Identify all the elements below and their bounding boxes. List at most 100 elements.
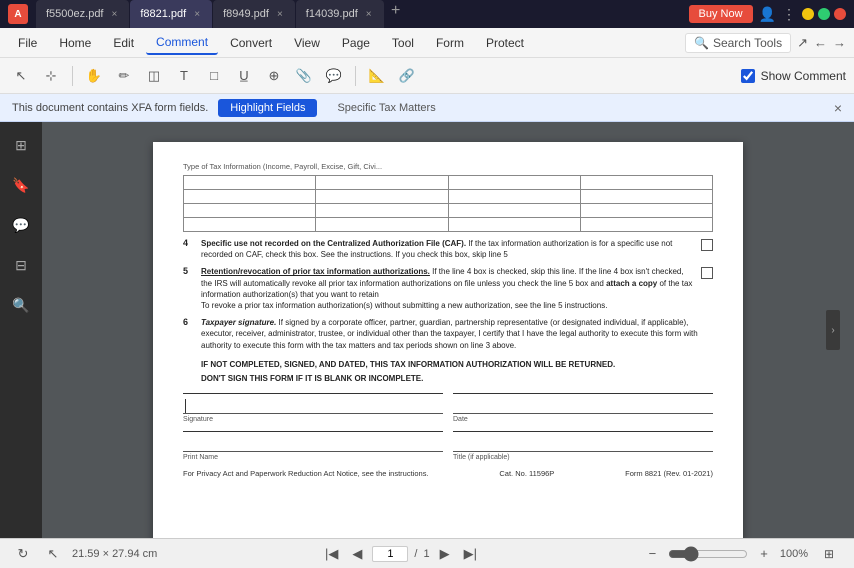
zoom-out-button[interactable]: −	[645, 544, 661, 563]
sig-signature-label: Signature	[183, 413, 443, 423]
toolbar-link-btn[interactable]: 🔗	[394, 63, 420, 89]
status-bar: ↻ ↖ 21.59 × 27.94 cm |◀ ◀ / 1 ▶ ▶| − + 1…	[0, 538, 854, 568]
sig-print-name-label: Print Name	[183, 451, 443, 461]
pdf-section-4-title: Specific use not recorded on the Central…	[201, 239, 466, 248]
signature-area: Signature Date Print Name Title (if appl…	[183, 393, 713, 461]
toolbar-cursor-btn[interactable]: ↖	[8, 63, 34, 89]
toolbar-separator-1	[72, 66, 73, 86]
tab-label: f5500ez.pdf	[46, 8, 104, 20]
toolbar-comment-btn[interactable]: 💬	[321, 63, 347, 89]
first-page-button[interactable]: |◀	[321, 544, 342, 564]
toolbar-highlight-btn[interactable]: ◫	[141, 63, 167, 89]
pdf-section-4-num: 4	[183, 238, 195, 248]
sidebar-bookmark-icon[interactable]: 🔖	[8, 172, 34, 198]
tab-close-icon[interactable]: ×	[192, 8, 202, 21]
tab-f5500ez[interactable]: f5500ez.pdf ×	[36, 0, 129, 28]
tab-f14039[interactable]: f14039.pdf ×	[296, 0, 384, 28]
minimize-button[interactable]	[802, 8, 814, 20]
buy-now-button[interactable]: Buy Now	[689, 5, 753, 23]
toolbar-measure-btn[interactable]: 📐	[364, 63, 390, 89]
sidebar-pages-icon[interactable]: ⊞	[8, 132, 34, 158]
fit-page-button[interactable]: ⊞	[816, 541, 842, 567]
tab-label: f8821.pdf	[140, 8, 186, 20]
status-rotate-btn[interactable]: ↻	[12, 543, 34, 565]
sidebar-search-icon[interactable]: 🔍	[8, 292, 34, 318]
menu-convert[interactable]: Convert	[220, 32, 282, 54]
status-center: |◀ ◀ / 1 ▶ ▶|	[167, 544, 634, 564]
nav-forward-icon[interactable]: →	[833, 35, 846, 50]
last-page-button[interactable]: ▶|	[460, 544, 481, 564]
tab-f8821[interactable]: f8821.pdf ×	[130, 0, 212, 28]
zoom-slider[interactable]	[668, 546, 748, 562]
toolbar-attach-btn[interactable]: 📎	[291, 63, 317, 89]
menu-comment[interactable]: Comment	[146, 31, 218, 55]
sidebar-comment-icon[interactable]: 💬	[8, 212, 34, 238]
sig-line-2: Print Name Title (if applicable)	[183, 431, 713, 461]
tab-label: f8949.pdf	[223, 8, 269, 20]
toolbar-text-btn[interactable]: T	[171, 63, 197, 89]
tab-close-icon[interactable]: ×	[275, 8, 285, 21]
title-bar-controls: Buy Now 👤 ⋮	[689, 5, 846, 23]
nav-back-icon[interactable]: ←	[814, 35, 827, 50]
sig-date-line-top	[453, 393, 713, 413]
pdf-section-5: 5 Retention/revocation of prior tax info…	[183, 266, 713, 311]
toolbar-hand-btn[interactable]: ✋	[81, 63, 107, 89]
menu-edit[interactable]: Edit	[103, 32, 144, 54]
tab-f8949[interactable]: f8949.pdf ×	[213, 0, 295, 28]
pdf-section-6: 6 Taxpayer signature. If signed by a cor…	[183, 317, 713, 351]
new-tab-button[interactable]: +	[385, 0, 407, 22]
sig-date-field: Date	[453, 393, 713, 423]
more-icon[interactable]: ⋮	[782, 6, 796, 23]
sig-title-top	[453, 431, 713, 451]
pdf-footer-form: Form 8821 (Rev. 01-2021)	[625, 469, 713, 478]
right-panel-toggle[interactable]: ›	[826, 310, 840, 350]
menu-view[interactable]: View	[284, 32, 330, 54]
zoom-in-button[interactable]: +	[756, 544, 772, 563]
status-cursor-btn[interactable]: ↖	[42, 543, 64, 565]
menu-protect[interactable]: Protect	[476, 32, 534, 54]
menu-tool[interactable]: Tool	[382, 32, 424, 54]
notification-close-icon[interactable]: ×	[834, 100, 842, 116]
external-link-icon[interactable]: ↗	[797, 35, 808, 51]
tab-close-icon[interactable]: ×	[364, 8, 374, 21]
menu-form[interactable]: Form	[426, 32, 474, 54]
pdf-section-5-checkbox[interactable]	[701, 267, 713, 279]
notification-message: This document contains XFA form fields.	[12, 102, 208, 114]
specific-tax-link[interactable]: Specific Tax Matters	[337, 102, 435, 114]
close-button[interactable]	[834, 8, 846, 20]
menu-bar: File Home Edit Comment Convert View Page…	[0, 28, 854, 58]
sig-line-1: Signature Date	[183, 393, 713, 423]
toolbar-shape-btn[interactable]: □	[201, 63, 227, 89]
highlight-fields-button[interactable]: Highlight Fields	[218, 99, 317, 117]
pdf-page: Type of Tax Information (Income, Payroll…	[153, 142, 743, 538]
tab-close-icon[interactable]: ×	[110, 8, 120, 21]
pdf-dimensions: 21.59 × 27.94 cm	[72, 548, 157, 560]
menu-page[interactable]: Page	[332, 32, 380, 54]
search-tools[interactable]: 🔍 Search Tools	[685, 33, 791, 53]
toolbar-stamp-btn[interactable]: ⊕	[261, 63, 287, 89]
toolbar-separator-2	[355, 66, 356, 86]
pdf-section-5-num: 5	[183, 266, 195, 276]
pdf-footer-privacy: For Privacy Act and Paperwork Reduction …	[183, 469, 429, 478]
toolbar-select-btn[interactable]: ⊹	[38, 63, 64, 89]
pdf-section-4-checkbox[interactable]	[701, 239, 713, 251]
toolbar-pencil-btn[interactable]: ✏	[111, 63, 137, 89]
tab-bar: f5500ez.pdf × f8821.pdf × f8949.pdf × f1…	[36, 0, 689, 28]
pdf-section-6-title: Taxpayer signature.	[201, 318, 276, 327]
main-area: ⊞ 🔖 💬 ⊟ 🔍 › Type of Tax Information (Inc…	[0, 122, 854, 538]
menu-file[interactable]: File	[8, 32, 47, 54]
pdf-footer-cat: Cat. No. 11596P	[499, 469, 554, 478]
page-separator: /	[414, 548, 417, 560]
show-comment-checkbox[interactable]	[741, 69, 755, 83]
next-page-button[interactable]: ▶	[436, 544, 454, 564]
prev-page-button[interactable]: ◀	[348, 544, 366, 564]
menu-home[interactable]: Home	[49, 32, 101, 54]
app-icon: A	[8, 4, 28, 24]
sig-print-name-field: Print Name	[183, 431, 443, 461]
pdf-area[interactable]: › Type of Tax Information (Income, Payro…	[42, 122, 854, 538]
maximize-button[interactable]	[818, 8, 830, 20]
toolbar-underline-btn[interactable]: U̲	[231, 63, 257, 89]
left-sidebar: ⊞ 🔖 💬 ⊟ 🔍	[0, 122, 42, 538]
page-number-input[interactable]	[372, 546, 408, 562]
sidebar-layers-icon[interactable]: ⊟	[8, 252, 34, 278]
